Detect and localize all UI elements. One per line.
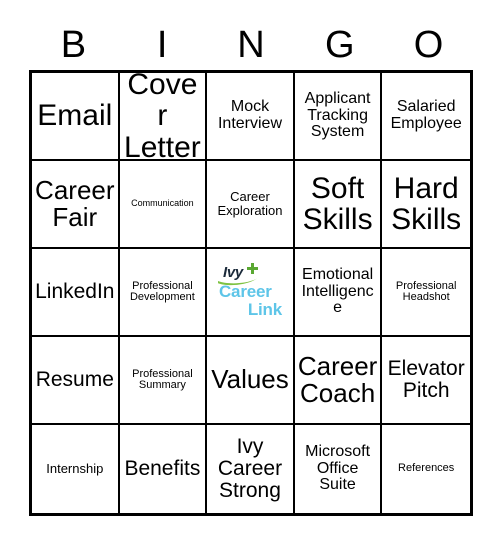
bingo-cell[interactable]: Salaried Employee [382,73,470,161]
bingo-cell[interactable]: Professional Development [119,249,208,337]
logo-text-ivy: Ivy [222,264,243,281]
bingo-cell-free-space[interactable]: Ivy Career Link [207,249,295,337]
bingo-cell-label: Hard Skills [391,171,462,236]
bingo-cell-label: Elevator Pitch [387,357,465,402]
bingo-grid: Email Cover Letter Mock Interview Applicant… [29,70,473,516]
bingo-cell-label: Values [211,364,289,395]
header-letter-b: B [60,24,87,66]
bingo-header-row: B I N G O [29,22,473,68]
bingo-cell-label: Professional Headshot [395,279,457,303]
bingo-cell[interactable]: Benefits [119,425,208,513]
bingo-cell[interactable]: Hard Skills [382,161,470,249]
bingo-cell-label: Professional Summary [132,367,193,391]
bingo-cell[interactable]: Career Exploration [207,161,295,249]
bingo-cell[interactable]: Ivy Career Strong [207,425,295,513]
bingo-cell-label: Benefits [124,457,201,481]
bingo-cell[interactable]: References [382,425,470,513]
bingo-cell-label: References [398,462,455,475]
bingo-cell-label: Career Exploration [217,189,283,218]
bingo-cell[interactable]: Microsoft Office Suite [294,425,383,513]
header-letter-g: G [325,24,355,66]
bingo-cell-label: Salaried Employee [390,98,462,132]
bingo-cell-label: Soft Skills [302,171,373,236]
bingo-cell-label: Resume [35,368,114,392]
header-letter-n: N [237,24,265,66]
bingo-cell-label: Cover Letter [124,73,201,161]
bingo-card: B I N G O Email Cover Letter Mock Intervie… [0,0,501,544]
bingo-cell[interactable]: Career Fair [32,161,120,249]
bingo-cell-label: Ivy Career Strong [217,435,283,502]
bingo-cell[interactable]: Resume [32,337,120,425]
bingo-cell-label: Applicant Tracking System [304,90,371,141]
ivy-career-link-logo: Ivy Career Link [210,251,290,333]
bingo-cell[interactable]: Values [207,337,295,425]
bingo-cell[interactable]: Internship [32,425,120,513]
logo-text-link: Link [247,300,282,319]
bingo-cell[interactable]: Communication [119,161,208,249]
bingo-cell-label: Microsoft Office Suite [305,443,371,494]
bingo-cell-label: Email [37,99,113,133]
bingo-cell-label: LinkedIn [35,280,115,304]
bingo-cell[interactable]: Email [32,73,120,161]
bingo-cell-label: Professional Development [129,279,195,303]
bingo-cell[interactable]: Cover Letter [119,73,208,161]
header-letter-i: I [156,24,168,66]
bingo-cell-label: Career Fair [35,174,115,232]
bingo-cell[interactable]: Career Coach [294,337,383,425]
logo-text-career: Career [218,282,272,301]
bingo-cell-label: Mock Interview [217,98,282,132]
header-letter-o: O [413,24,444,66]
bingo-cell[interactable]: Emotional Intelligence [294,249,383,337]
bingo-cell-label: Career Coach [297,350,378,408]
bingo-cell[interactable]: Professional Headshot [382,249,470,337]
bingo-cell[interactable]: Mock Interview [207,73,295,161]
bingo-cell[interactable]: Applicant Tracking System [294,73,383,161]
bingo-cell-label: Communication [131,198,194,209]
bingo-cell[interactable]: LinkedIn [32,249,120,337]
bingo-cell-label: Internship [46,461,104,477]
plus-icon [246,263,258,274]
bingo-cell[interactable]: Elevator Pitch [382,337,470,425]
bingo-cell-label: Emotional Intelligence [301,266,374,317]
bingo-cell[interactable]: Soft Skills [294,161,383,249]
bingo-cell[interactable]: Professional Summary [119,337,208,425]
